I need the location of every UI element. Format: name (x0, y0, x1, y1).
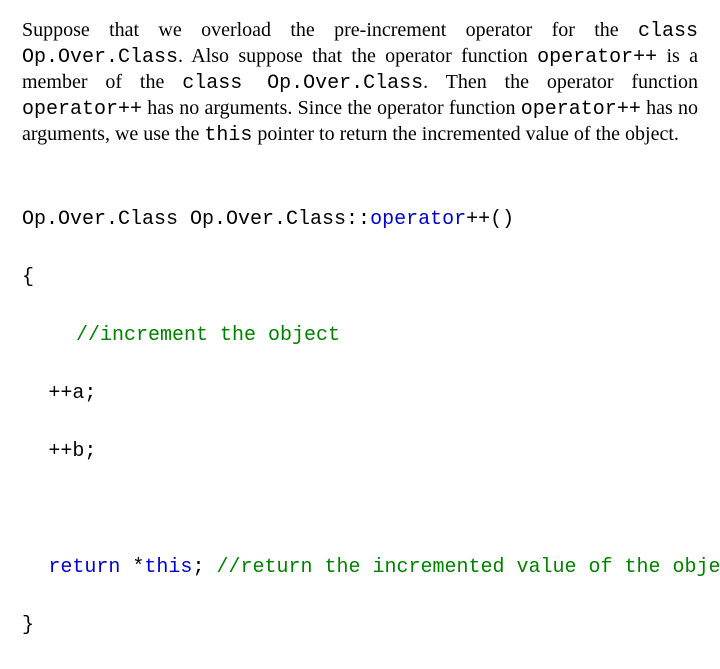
code-text: ++a; (48, 382, 96, 405)
code-blank-line (22, 495, 698, 524)
text: pointer to return the incremented value … (252, 123, 679, 145)
code-text: ++b; (48, 440, 96, 463)
code-block: Op.Over.Class Op.Over.Class::operator++(… (22, 176, 698, 669)
text: . Also suppose that the operator functio… (178, 45, 537, 67)
brace-open: { (22, 266, 34, 289)
text: Suppose that we overload the pre-increme… (22, 19, 638, 41)
brace-close: } (22, 614, 34, 637)
inline-code: this (204, 124, 252, 147)
inline-code: operator++ (521, 98, 641, 121)
explanation-paragraph: Suppose that we overload the pre-increme… (22, 18, 698, 148)
code-line: return *this; //return the incremented v… (22, 553, 698, 582)
comment: //return the incremented value of the ob… (204, 556, 720, 579)
code-text: Op.Over.Class Op.Over.Class:: (22, 208, 370, 231)
comment: //increment the object (76, 324, 340, 347)
keyword-return: return (48, 556, 120, 579)
keyword-this: this (144, 556, 192, 579)
code-line: Op.Over.Class Op.Over.Class::operator++(… (22, 205, 698, 234)
text: . Then the operator function (423, 71, 698, 93)
code-line: ++b; (22, 437, 698, 466)
code-line: ++a; (22, 379, 698, 408)
code-text: ++() (466, 208, 514, 231)
code-text: ; (192, 556, 204, 579)
keyword-operator: operator (370, 208, 466, 231)
inline-code: operator++ (537, 46, 657, 69)
code-line: } (22, 611, 698, 640)
code-line: { (22, 263, 698, 292)
inline-code: operator++ (22, 98, 142, 121)
text: has no arguments. Since the operator fun… (142, 97, 521, 119)
code-text: * (120, 556, 144, 579)
inline-code: class Op.Over.Class (182, 72, 423, 95)
code-line: //increment the object (22, 321, 698, 350)
